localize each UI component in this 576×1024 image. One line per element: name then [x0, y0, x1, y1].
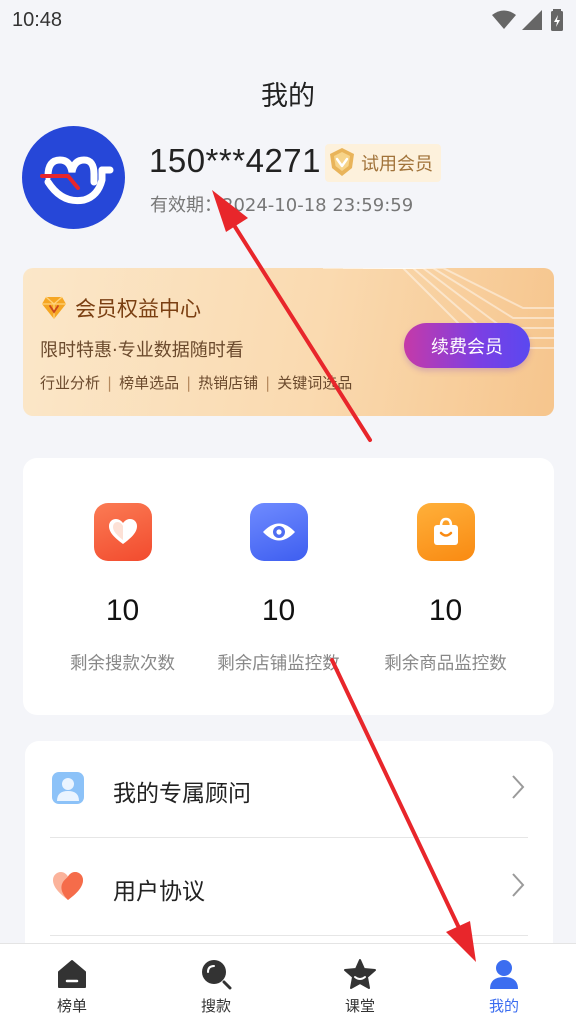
settings-menu: 我的专属顾问 用户协议 — [25, 741, 553, 971]
stat-search-quota[interactable]: 10 剩余搜款次数 — [34, 458, 211, 715]
search-icon — [200, 957, 232, 991]
stat-shop-monitor[interactable]: 10 剩余店铺监控数 — [190, 458, 367, 715]
tab-classroom[interactable]: 课堂 — [288, 944, 432, 1024]
tag-separator: | — [107, 373, 113, 392]
stat-value: 10 — [428, 594, 463, 627]
battery-icon — [551, 9, 563, 31]
avatar-logo-icon — [40, 156, 114, 205]
tab-ranking[interactable]: 榜单 — [0, 944, 144, 1024]
quota-stats-card: 10 剩余搜款次数 10 剩余店铺监控数 10 剩余商品监控数 — [23, 458, 554, 715]
page-title: 我的 — [261, 81, 315, 112]
avatar[interactable] — [22, 126, 125, 229]
vip-badge: 试用会员 — [325, 144, 441, 182]
eye-icon — [249, 503, 308, 561]
card-tag: 关键词选品 — [277, 374, 353, 392]
member-benefits-card[interactable]: 会员权益中心 限时特惠·专业数据随时看 行业分析 | 榜单选品 | 热销店铺 |… — [23, 268, 554, 416]
card-tag: 榜单选品 — [119, 374, 180, 392]
card-title: 会员权益中心 — [41, 293, 201, 323]
menu-item-label: 我的专属顾问 — [113, 781, 251, 807]
tab-label: 榜单 — [56, 997, 87, 1015]
heart-icon — [53, 872, 83, 900]
card-tags: 行业分析 | 榜单选品 | 热销店铺 | 关键词选品 — [40, 372, 352, 393]
diamond-icon — [42, 296, 66, 319]
menu-item-advisor[interactable]: 我的专属顾问 — [25, 741, 553, 837]
status-icons — [492, 9, 564, 31]
bottom-tab-bar: 榜单 搜款 课堂 我的 — [0, 943, 576, 1024]
menu-item-label: 用户协议 — [113, 879, 205, 905]
card-subtitle: 限时特惠·专业数据随时看 — [40, 340, 244, 361]
divider — [50, 837, 528, 838]
shopping-bag-icon — [416, 503, 475, 561]
vip-badge-label: 试用会员 — [361, 154, 433, 175]
chevron-right-icon — [512, 775, 525, 799]
signal-icon — [522, 10, 542, 30]
tab-search[interactable]: 搜款 — [144, 944, 288, 1024]
status-bar: 10:48 — [0, 0, 576, 40]
tab-mine[interactable]: 我的 — [432, 944, 576, 1024]
card-tag: 热销店铺 — [198, 374, 259, 392]
chevron-right-icon — [512, 873, 525, 897]
home-icon — [56, 957, 88, 991]
tag-separator: | — [265, 373, 271, 392]
user-icon — [488, 957, 520, 991]
card-title-label: 会员权益中心 — [75, 297, 201, 321]
username: 150***4271 — [149, 142, 321, 179]
classroom-icon — [343, 957, 377, 991]
stat-value: 10 — [261, 594, 296, 627]
vip-shield-icon — [330, 148, 354, 176]
tab-label: 我的 — [488, 997, 519, 1015]
stat-value: 10 — [105, 594, 140, 627]
menu-item-user-agreement[interactable]: 用户协议 — [25, 839, 553, 935]
tab-label: 课堂 — [344, 997, 375, 1015]
card-tag: 行业分析 — [40, 374, 101, 392]
validity-date: 有效期：2024-10-18 23:59:59 — [150, 195, 414, 216]
wifi-icon — [492, 10, 516, 29]
advisor-icon — [52, 772, 84, 804]
stat-label: 剩余商品监控数 — [384, 654, 507, 674]
tag-separator: | — [186, 373, 192, 392]
renew-membership-button[interactable]: 续费会员 — [404, 323, 530, 368]
stat-product-monitor[interactable]: 10 剩余商品监控数 — [357, 458, 534, 715]
divider — [50, 935, 528, 936]
status-time: 10:48 — [12, 8, 63, 31]
heart-icon — [93, 503, 152, 561]
tab-label: 搜款 — [200, 997, 231, 1015]
